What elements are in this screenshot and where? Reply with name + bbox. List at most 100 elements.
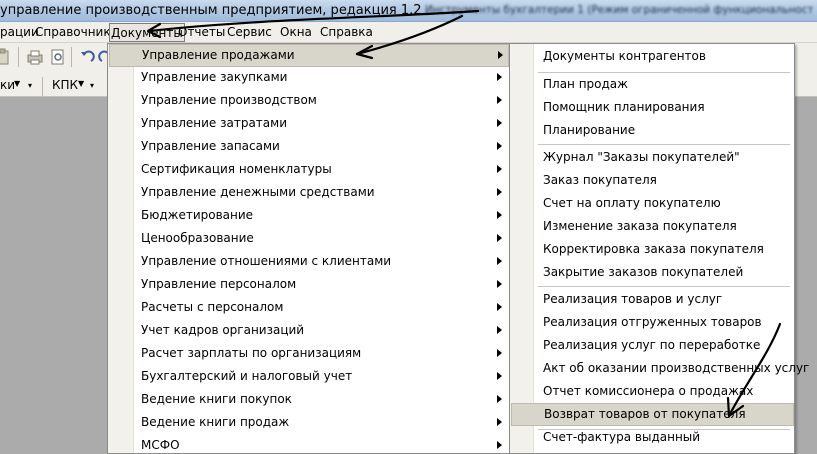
menu-item-cash[interactable]: Управление денежными средствами — [109, 182, 509, 205]
menu-item-commissioner-report[interactable]: Отчет комиссионера о продажах — [511, 381, 794, 403]
submenu-arrow-icon — [497, 303, 502, 311]
submenu-arrow-icon — [497, 280, 502, 288]
menu-item-accounting[interactable]: Бухгалтерский и налоговый учет — [109, 366, 509, 389]
menu-catalogs[interactable]: Справочники — [35, 25, 118, 39]
menu-item-planning-assistant[interactable]: Помощник планирования — [511, 97, 794, 119]
window-title: управление производственным предприятием… — [0, 3, 422, 18]
menu-help[interactable]: Справка — [320, 25, 373, 39]
menu-separator — [538, 286, 790, 287]
menu-item-label: Управление запасами — [141, 139, 280, 153]
menu-reports[interactable]: Отчеты — [178, 25, 225, 39]
menu-item-close-orders[interactable]: Закрытие заказов покупателей — [511, 262, 794, 284]
submenu-arrow-icon — [497, 395, 502, 403]
menu-item-label: Документы контрагентов — [543, 49, 706, 63]
submenu-arrow-icon — [497, 372, 502, 380]
menu-item-label: Ведение книги продаж — [141, 415, 290, 429]
menu-item-label: Отчет комиссионера о продажах — [543, 384, 754, 398]
menu-item-label: Заказ покупателя — [543, 173, 657, 187]
menu-item-shipped-goods-sale[interactable]: Реализация отгруженных товаров — [511, 312, 794, 334]
menu-item-planning[interactable]: Планирование — [511, 120, 794, 142]
submenu-arrow-icon — [497, 234, 502, 242]
menu-item-crm[interactable]: Управление отношениями с клиентами — [109, 251, 509, 274]
menu-item-hr-records[interactable]: Учет кадров организаций — [109, 320, 509, 343]
menu-item-label: Закрытие заказов покупателей — [543, 265, 744, 279]
submenu-arrow-icon — [497, 142, 502, 150]
menu-item-label: План продаж — [543, 77, 628, 91]
chevron-down-icon[interactable]: ▼ — [78, 79, 84, 88]
menu-item-production-services-act[interactable]: Акт об оказании производственных услуг — [511, 358, 809, 380]
menu-item-ifrs[interactable]: МСФО — [109, 435, 509, 454]
menu-operations[interactable]: рации — [0, 25, 39, 39]
submenu-arrow-icon — [497, 73, 502, 81]
menu-item-label: Изменение заказа покупателя — [543, 219, 737, 233]
menu-item-change-order[interactable]: Изменение заказа покупателя — [511, 216, 794, 238]
submenu-arrow-icon — [497, 188, 502, 196]
chevron-down-icon[interactable]: ▼ — [14, 79, 20, 88]
menu-item-label: Счет на оплату покупателю — [543, 196, 721, 210]
menu-item-payroll-settlements[interactable]: Расчеты с персоналом — [109, 297, 509, 320]
menu-item-costs[interactable]: Управление затратами — [109, 113, 509, 136]
menu-item-label: Сертификация номенклатуры — [141, 162, 332, 176]
menu-item-label: Счет-фактура выданный — [543, 430, 701, 444]
menu-item-label: Ценообразование — [141, 231, 254, 245]
submenu-arrow-icon — [497, 418, 502, 426]
title-bar: управление производственным предприятием… — [0, 0, 817, 22]
menu-item-personnel[interactable]: Управление персоналом — [109, 274, 509, 297]
menu-item-customer-order[interactable]: Заказ покупателя — [511, 170, 794, 192]
menu-item-processing-services-sale[interactable]: Реализация услуг по переработке — [511, 335, 794, 357]
documents-menu: Управление продажами Управление закупкам… — [107, 43, 511, 454]
menu-item-label: МСФО — [141, 438, 180, 452]
submenu-arrow-icon — [497, 326, 502, 334]
menu-item-pricing[interactable]: Ценообразование — [109, 228, 509, 251]
toolbar-separator — [18, 47, 19, 67]
menu-separator — [538, 72, 790, 73]
menu-item-label: Управление денежными средствами — [141, 185, 375, 199]
menu-separator — [538, 144, 790, 145]
menu-item-payroll-calc[interactable]: Расчет зарплаты по организациям — [109, 343, 509, 366]
menu-item-invoice-issued[interactable]: Счет-фактура выданный — [511, 427, 794, 449]
menu-item-label: Реализация услуг по переработке — [543, 338, 761, 352]
menu-item-orders-journal[interactable]: Журнал "Заказы покупателей" — [511, 147, 794, 169]
menu-item-invoice-for-payment[interactable]: Счет на оплату покупателю — [511, 193, 794, 215]
menu-item-label: Ведение книги покупок — [141, 392, 292, 406]
menu-item-purchase-book[interactable]: Ведение книги покупок — [109, 389, 509, 412]
submenu-arrow-icon — [497, 257, 502, 265]
menu-item-label: Управление закупками — [141, 70, 288, 84]
preview-icon[interactable] — [49, 48, 67, 66]
chevron-down-icon[interactable]: ▾ — [28, 81, 32, 90]
menu-item-sales-book[interactable]: Ведение книги продаж — [109, 412, 509, 435]
menu-item-purchases[interactable]: Управление закупками — [109, 67, 509, 90]
print-icon[interactable] — [26, 48, 44, 66]
menu-item-label: Журнал "Заказы покупателей" — [543, 150, 740, 164]
menu-item-counterparty-documents[interactable]: Документы контрагентов — [511, 46, 794, 68]
menu-item-budgeting[interactable]: Бюджетирование — [109, 205, 509, 228]
menu-item-sales[interactable]: Управление продажами — [109, 44, 509, 67]
submenu-arrow-icon — [497, 441, 502, 449]
menu-item-production[interactable]: Управление производством — [109, 90, 509, 113]
kpk-button[interactable]: КПК — [52, 78, 78, 92]
paste-icon[interactable] — [0, 48, 12, 66]
window-subtitle: Инструменты бухгалтерии 1 (Режим огранич… — [425, 4, 813, 16]
menu-item-label: Возврат товаров от покупателя — [544, 407, 746, 421]
chevron-down-icon[interactable]: ▾ — [90, 81, 94, 90]
menu-item-customer-return[interactable]: Возврат товаров от покупателя — [511, 403, 794, 426]
menu-item-label: Расчет зарплаты по организациям — [141, 346, 362, 360]
menu-item-goods-services-sale[interactable]: Реализация товаров и услуг — [511, 289, 794, 311]
submenu-arrow-icon — [498, 51, 503, 59]
menu-item-label: Корректировка заказа покупателя — [543, 242, 764, 256]
toolbar-separator — [42, 77, 43, 97]
menu-windows[interactable]: Окна — [280, 25, 312, 39]
menu-item-certification[interactable]: Сертификация номенклатуры — [109, 159, 509, 182]
undo-icon[interactable] — [78, 48, 96, 66]
menu-item-label: Планирование — [543, 123, 636, 137]
menu-item-sales-plan[interactable]: План продаж — [511, 74, 794, 96]
menu-item-adjust-order[interactable]: Корректировка заказа покупателя — [511, 239, 794, 261]
menu-service[interactable]: Сервис — [227, 25, 272, 39]
menu-item-label: Помощник планирования — [543, 100, 705, 114]
menu-item-inventory[interactable]: Управление запасами — [109, 136, 509, 159]
menu-item-label: Реализация отгруженных товаров — [543, 315, 762, 329]
toolbar-left-label[interactable]: ки — [0, 78, 15, 92]
submenu-arrow-icon — [497, 119, 502, 127]
menu-item-label: Бухгалтерский и налоговый учет — [141, 369, 353, 383]
menu-documents[interactable]: Документы — [109, 23, 185, 42]
